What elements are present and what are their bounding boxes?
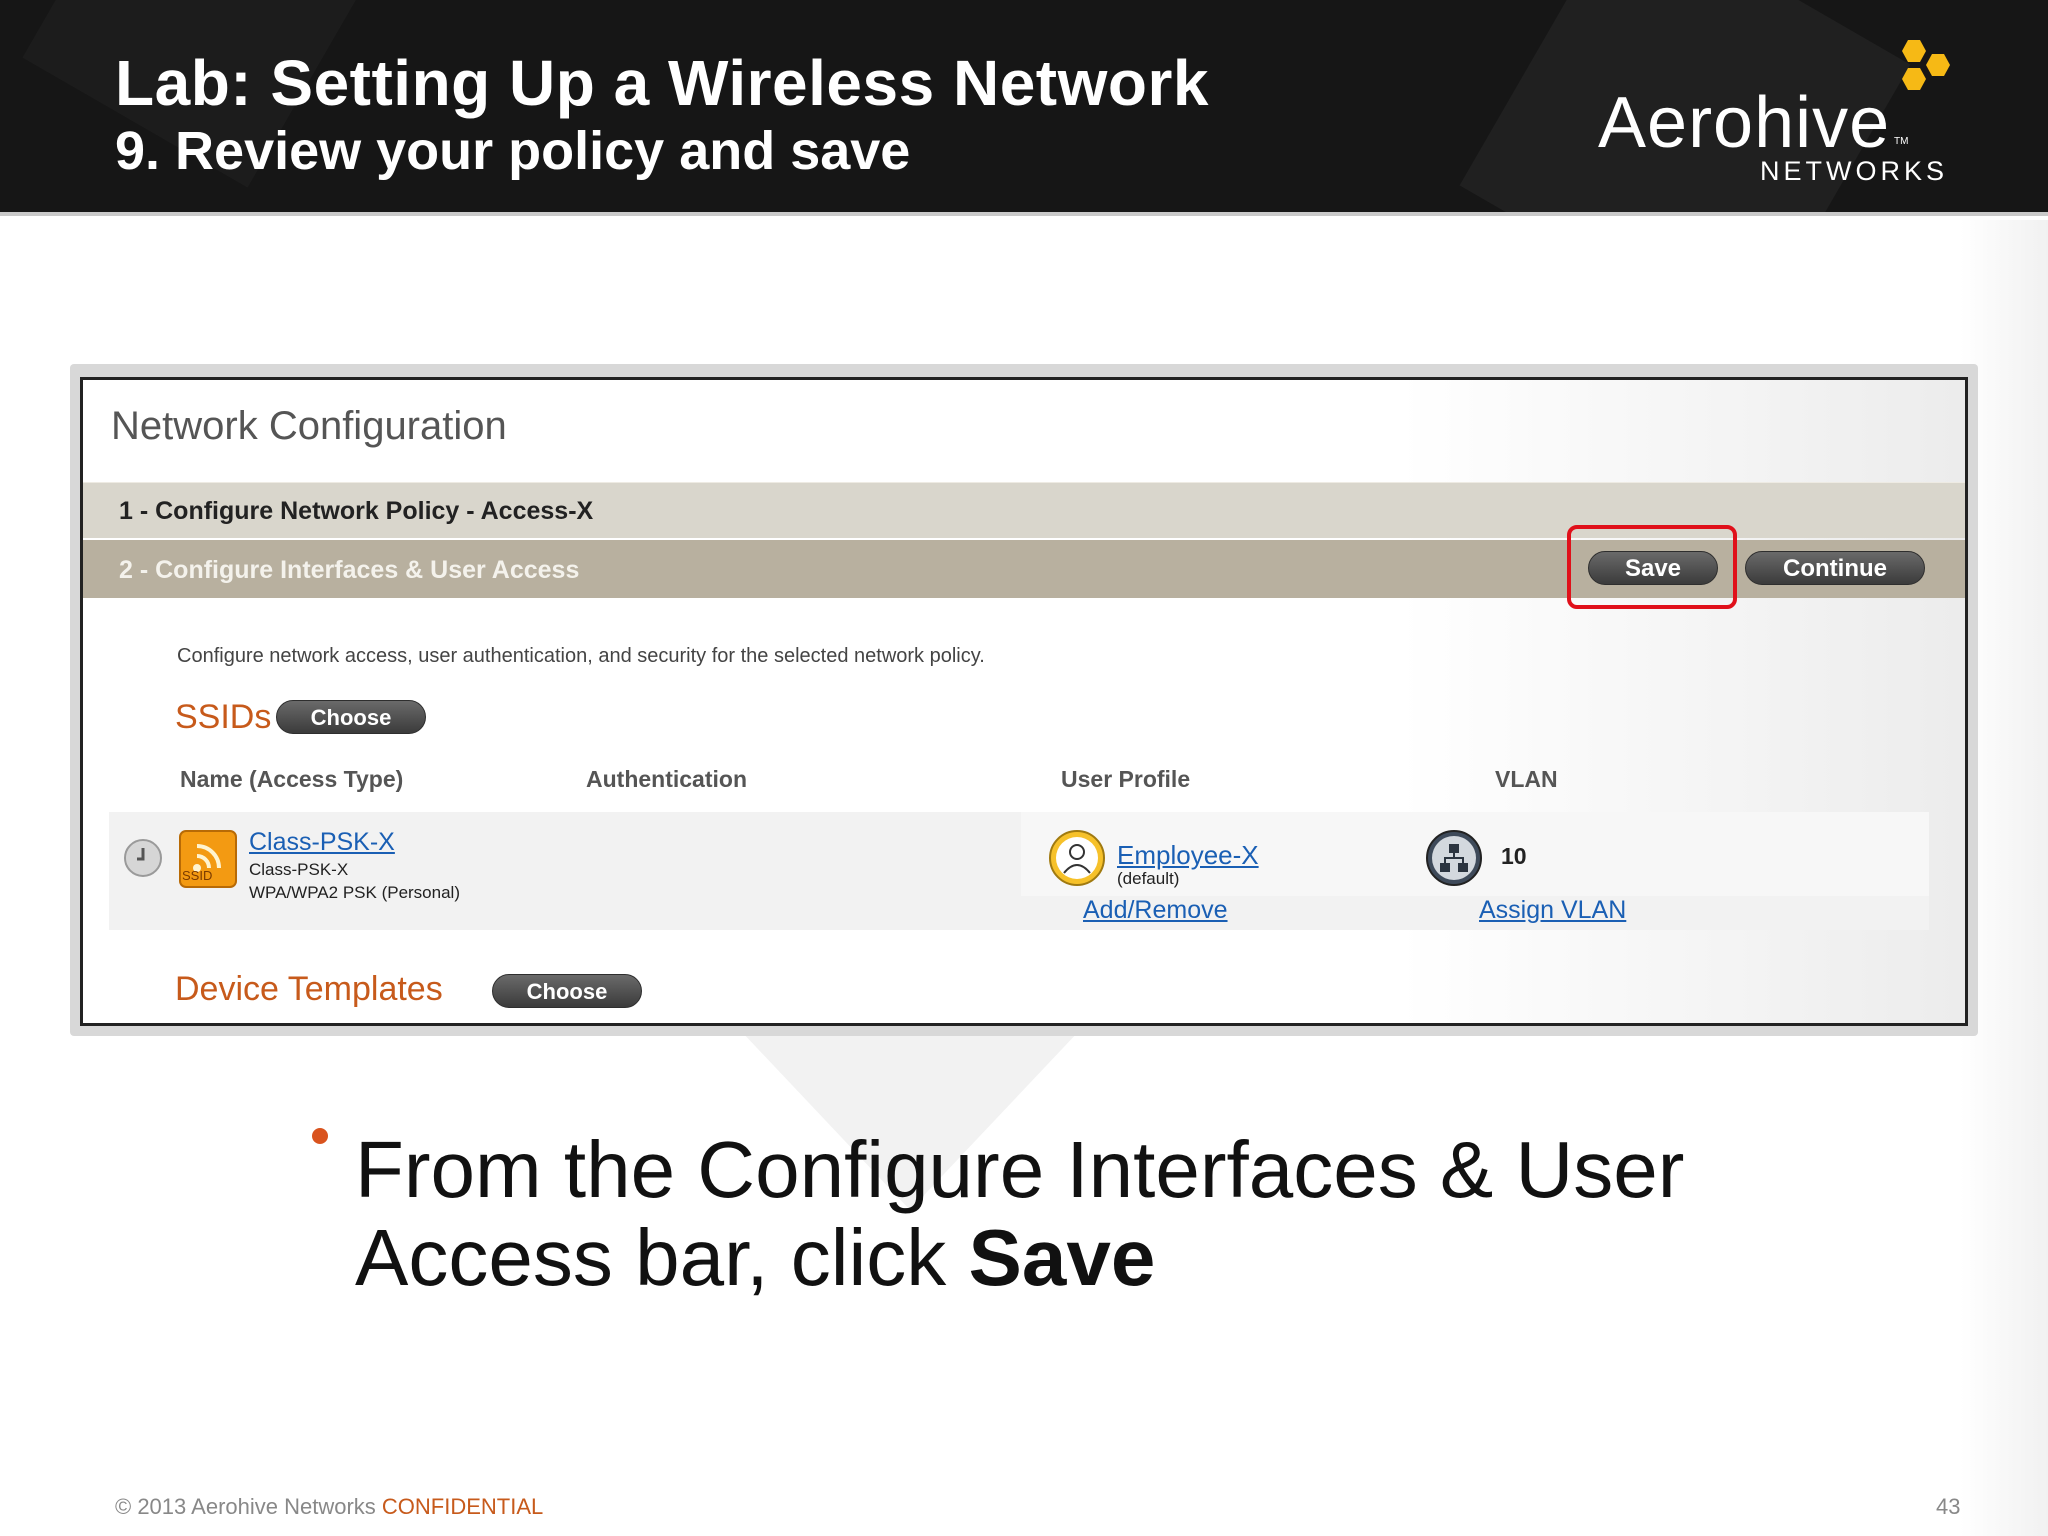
bullet-dot [312, 1128, 328, 1144]
ssid-security: WPA/WPA2 PSK (Personal) [249, 883, 460, 902]
logo-hexagons-icon [1902, 40, 1950, 90]
user-profile-default-note: (default) [1117, 869, 1180, 888]
network-configuration-panel: Network Configuration 1 - Configure Netw… [80, 377, 1968, 1026]
vlan-value: 10 [1501, 843, 1527, 869]
column-header-name: Name (Access Type) [180, 766, 404, 792]
page-number: 43 [1936, 1494, 1961, 1519]
user-profile-icon [1049, 830, 1105, 886]
description-text: Configure network access, user authentic… [177, 645, 985, 667]
save-highlight [1567, 525, 1737, 609]
step1-label: 1 - Configure Network Policy - Access-X [119, 497, 594, 525]
footer-confidential: CONFIDENTIAL [381, 1494, 544, 1519]
footer-copyright-text: © 2013 Aerohive Networks [115, 1494, 376, 1519]
vlan-network-icon [1426, 830, 1482, 886]
ssids-choose-button[interactable]: Choose [276, 700, 426, 734]
ssid-name: Class-PSK-X [249, 860, 349, 879]
bullet-text-bold: Save [968, 1213, 1156, 1302]
ssid-badge: SSID [182, 868, 213, 883]
device-templates-heading: Device Templates [175, 970, 443, 1008]
slide-header: Lab: Setting Up a Wireless Network 9. Re… [0, 0, 2048, 216]
column-header-authentication: Authentication [586, 766, 747, 792]
continue-button[interactable]: Continue [1745, 551, 1925, 585]
footer-copyright: © 2013 Aerohive Networks CONFIDENTIAL [115, 1494, 543, 1520]
row-expand-icon[interactable] [123, 838, 163, 878]
column-header-user-profile: User Profile [1061, 766, 1191, 792]
assign-vlan-link[interactable]: Assign VLAN [1479, 896, 1626, 925]
slide-subtitle: 9. Review your policy and save [115, 121, 911, 181]
user-profile-link[interactable]: Employee-X [1117, 840, 1259, 871]
add-remove-link[interactable]: Add/Remove [1083, 896, 1228, 925]
device-templates-choose-button[interactable]: Choose [492, 974, 642, 1008]
bullet-text: From the Configure Interfaces & User Acc… [355, 1126, 1775, 1302]
logo-subtitle: NETWORKS [1760, 156, 1949, 186]
logo-trademark: TM [1894, 136, 1909, 147]
step2-label: 2 - Configure Interfaces & User Access [119, 556, 580, 584]
logo-wordmark: Aerohive [1598, 83, 1891, 163]
column-header-vlan: VLAN [1495, 766, 1558, 792]
ssid-link[interactable]: Class-PSK-X [249, 828, 395, 857]
slide-title: Lab: Setting Up a Wireless Network [115, 47, 1209, 119]
panel-title: Network Configuration [111, 404, 507, 448]
ssids-heading: SSIDs [175, 698, 272, 736]
